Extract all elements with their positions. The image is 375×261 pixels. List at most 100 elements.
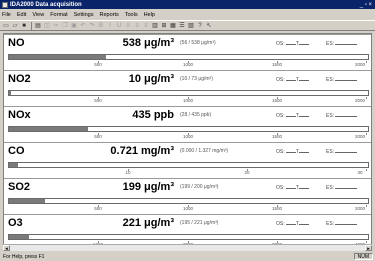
undo-icon[interactable]: ↶ [79,22,87,30]
es-status: ES: [326,76,358,83]
open-icon[interactable]: ▱ [11,22,19,30]
menu-file[interactable]: File [2,12,11,18]
list-icon[interactable]: ☰ [178,22,186,30]
measurement-row: NOx 435 ppb (28 / 435 ppb) OS: T ES: 500… [4,106,371,142]
measured-value: 0.721 mg/m³ [110,145,174,157]
grid-icon[interactable]: ▧ [187,22,195,30]
scale-tick-label: 2000 [354,62,366,67]
align-right-icon[interactable]: ≡ [142,22,150,30]
save-icon[interactable]: ■ [20,22,28,30]
scale-tick-label: 2000 [354,98,366,103]
es-status: ES: [326,220,358,227]
bold-icon[interactable]: B [97,22,105,30]
title-bar[interactable]: IDA2000 Data acquisition _ ▫ × [0,0,375,9]
os-field-a [286,112,297,117]
redo-icon[interactable]: ↷ [88,22,96,30]
scale-tick [366,205,367,207]
es-status: ES: [326,40,358,47]
align-left-icon[interactable]: ≡ [124,22,132,30]
es-field [335,76,358,81]
calculator-icon[interactable]: ⊞ [160,22,168,30]
os-status: OS: T [276,220,310,227]
new-icon[interactable]: ▭ [2,22,10,30]
os-status: OS: T [276,148,310,155]
scale-tick-label: 1500 [271,206,283,211]
level-bar-fill [9,235,29,239]
help-context-icon[interactable]: ↖ [205,22,213,30]
es-label: ES [326,185,333,191]
window-title: IDA2000 Data acquisition [10,1,82,8]
app-window: IDA2000 Data acquisition _ ▫ × File Edit… [0,0,375,261]
scale-tick [366,61,367,63]
menu-reports[interactable]: Reports [99,12,118,18]
parameter-name: NOx [8,109,31,121]
scale-tick-label: 10 [125,170,131,175]
menu-bar: File Edit View Format Settings Reports T… [0,10,375,19]
menu-settings[interactable]: Settings [74,12,94,18]
scale-tick-label: 1000 [182,134,194,139]
window-controls[interactable]: _ ▫ × [360,2,372,8]
es-status: ES: [326,112,358,119]
es-field [335,40,358,45]
os-field-a [286,184,297,189]
parameter-name: SO2 [8,181,31,193]
level-bar-fill [9,91,11,95]
underline-icon[interactable]: U [115,22,123,30]
es-label: ES [326,221,333,227]
os-label: OS [276,185,284,191]
align-center-icon[interactable]: ≡ [133,22,141,30]
row-divider [4,34,371,35]
measurement-row: SO2 199 μg/m³ (199 / 200 μg/m³) OS: T ES… [4,178,371,214]
min-max-range: (10 / 73 μg/m³) [180,76,213,82]
es-label: ES [326,149,333,155]
bar-scale: 500 1000 1500 2000 [8,97,369,103]
os-field-b [299,76,310,81]
os-field-a [286,220,297,225]
bar-scale: 500 1000 1500 2000 [8,205,369,211]
menu-edit[interactable]: Edit [17,12,26,18]
parameter-name: CO [8,145,25,157]
cut-icon[interactable]: ✂ [52,22,60,30]
status-text: For Help, press F1 [3,253,45,260]
es-label: ES [326,113,333,119]
os-label: OS [276,149,284,155]
scale-tick [366,133,367,135]
level-bar-fill [9,127,88,131]
scale-tick-label: 500 [94,98,102,103]
bar-scale: 10 20 30 [8,169,369,175]
row-divider [4,106,371,107]
horizontal-scrollbar[interactable]: ◂ ▸ [3,244,372,252]
measurement-row: CO 0.721 mg/m³ (0.000 / 1.327 mg/m³) OS:… [4,142,371,178]
scale-tick-label: 1500 [271,134,283,139]
os-status: OS: T [276,184,310,191]
scale-tick-label: 500 [94,62,102,67]
menu-tools[interactable]: Tools [125,12,138,18]
copy-icon[interactable]: ❐ [61,22,69,30]
print-icon[interactable]: ▤ [34,22,42,30]
help-icon[interactable]: ? [196,22,204,30]
chart-icon[interactable]: ▦ [169,22,177,30]
scale-tick-label: 30 [357,170,363,175]
scale-tick-label: 1500 [271,98,283,103]
level-bar [8,234,369,240]
row-divider [4,142,371,143]
italic-icon[interactable]: I [106,22,114,30]
level-bar [8,126,369,132]
min-max-range: (56 / 538 μg/m³) [180,40,216,46]
es-status: ES: [326,148,358,155]
scale-tick-label: 2000 [354,206,366,211]
menu-help[interactable]: Help [144,12,155,18]
paste-icon[interactable]: ▣ [70,22,78,30]
graph-icon[interactable]: ▥ [151,22,159,30]
es-field [335,148,358,153]
preview-icon[interactable]: ◫ [43,22,51,30]
scroll-right-icon[interactable]: ▸ [365,245,372,252]
scroll-left-icon[interactable]: ◂ [3,245,10,252]
menu-view[interactable]: View [32,12,44,18]
os-field-a [286,148,297,153]
level-bar-fill [9,55,106,59]
row-divider [4,70,371,71]
measured-value: 199 μg/m³ [122,181,174,193]
menu-format[interactable]: Format [50,12,67,18]
level-bar [8,198,369,204]
